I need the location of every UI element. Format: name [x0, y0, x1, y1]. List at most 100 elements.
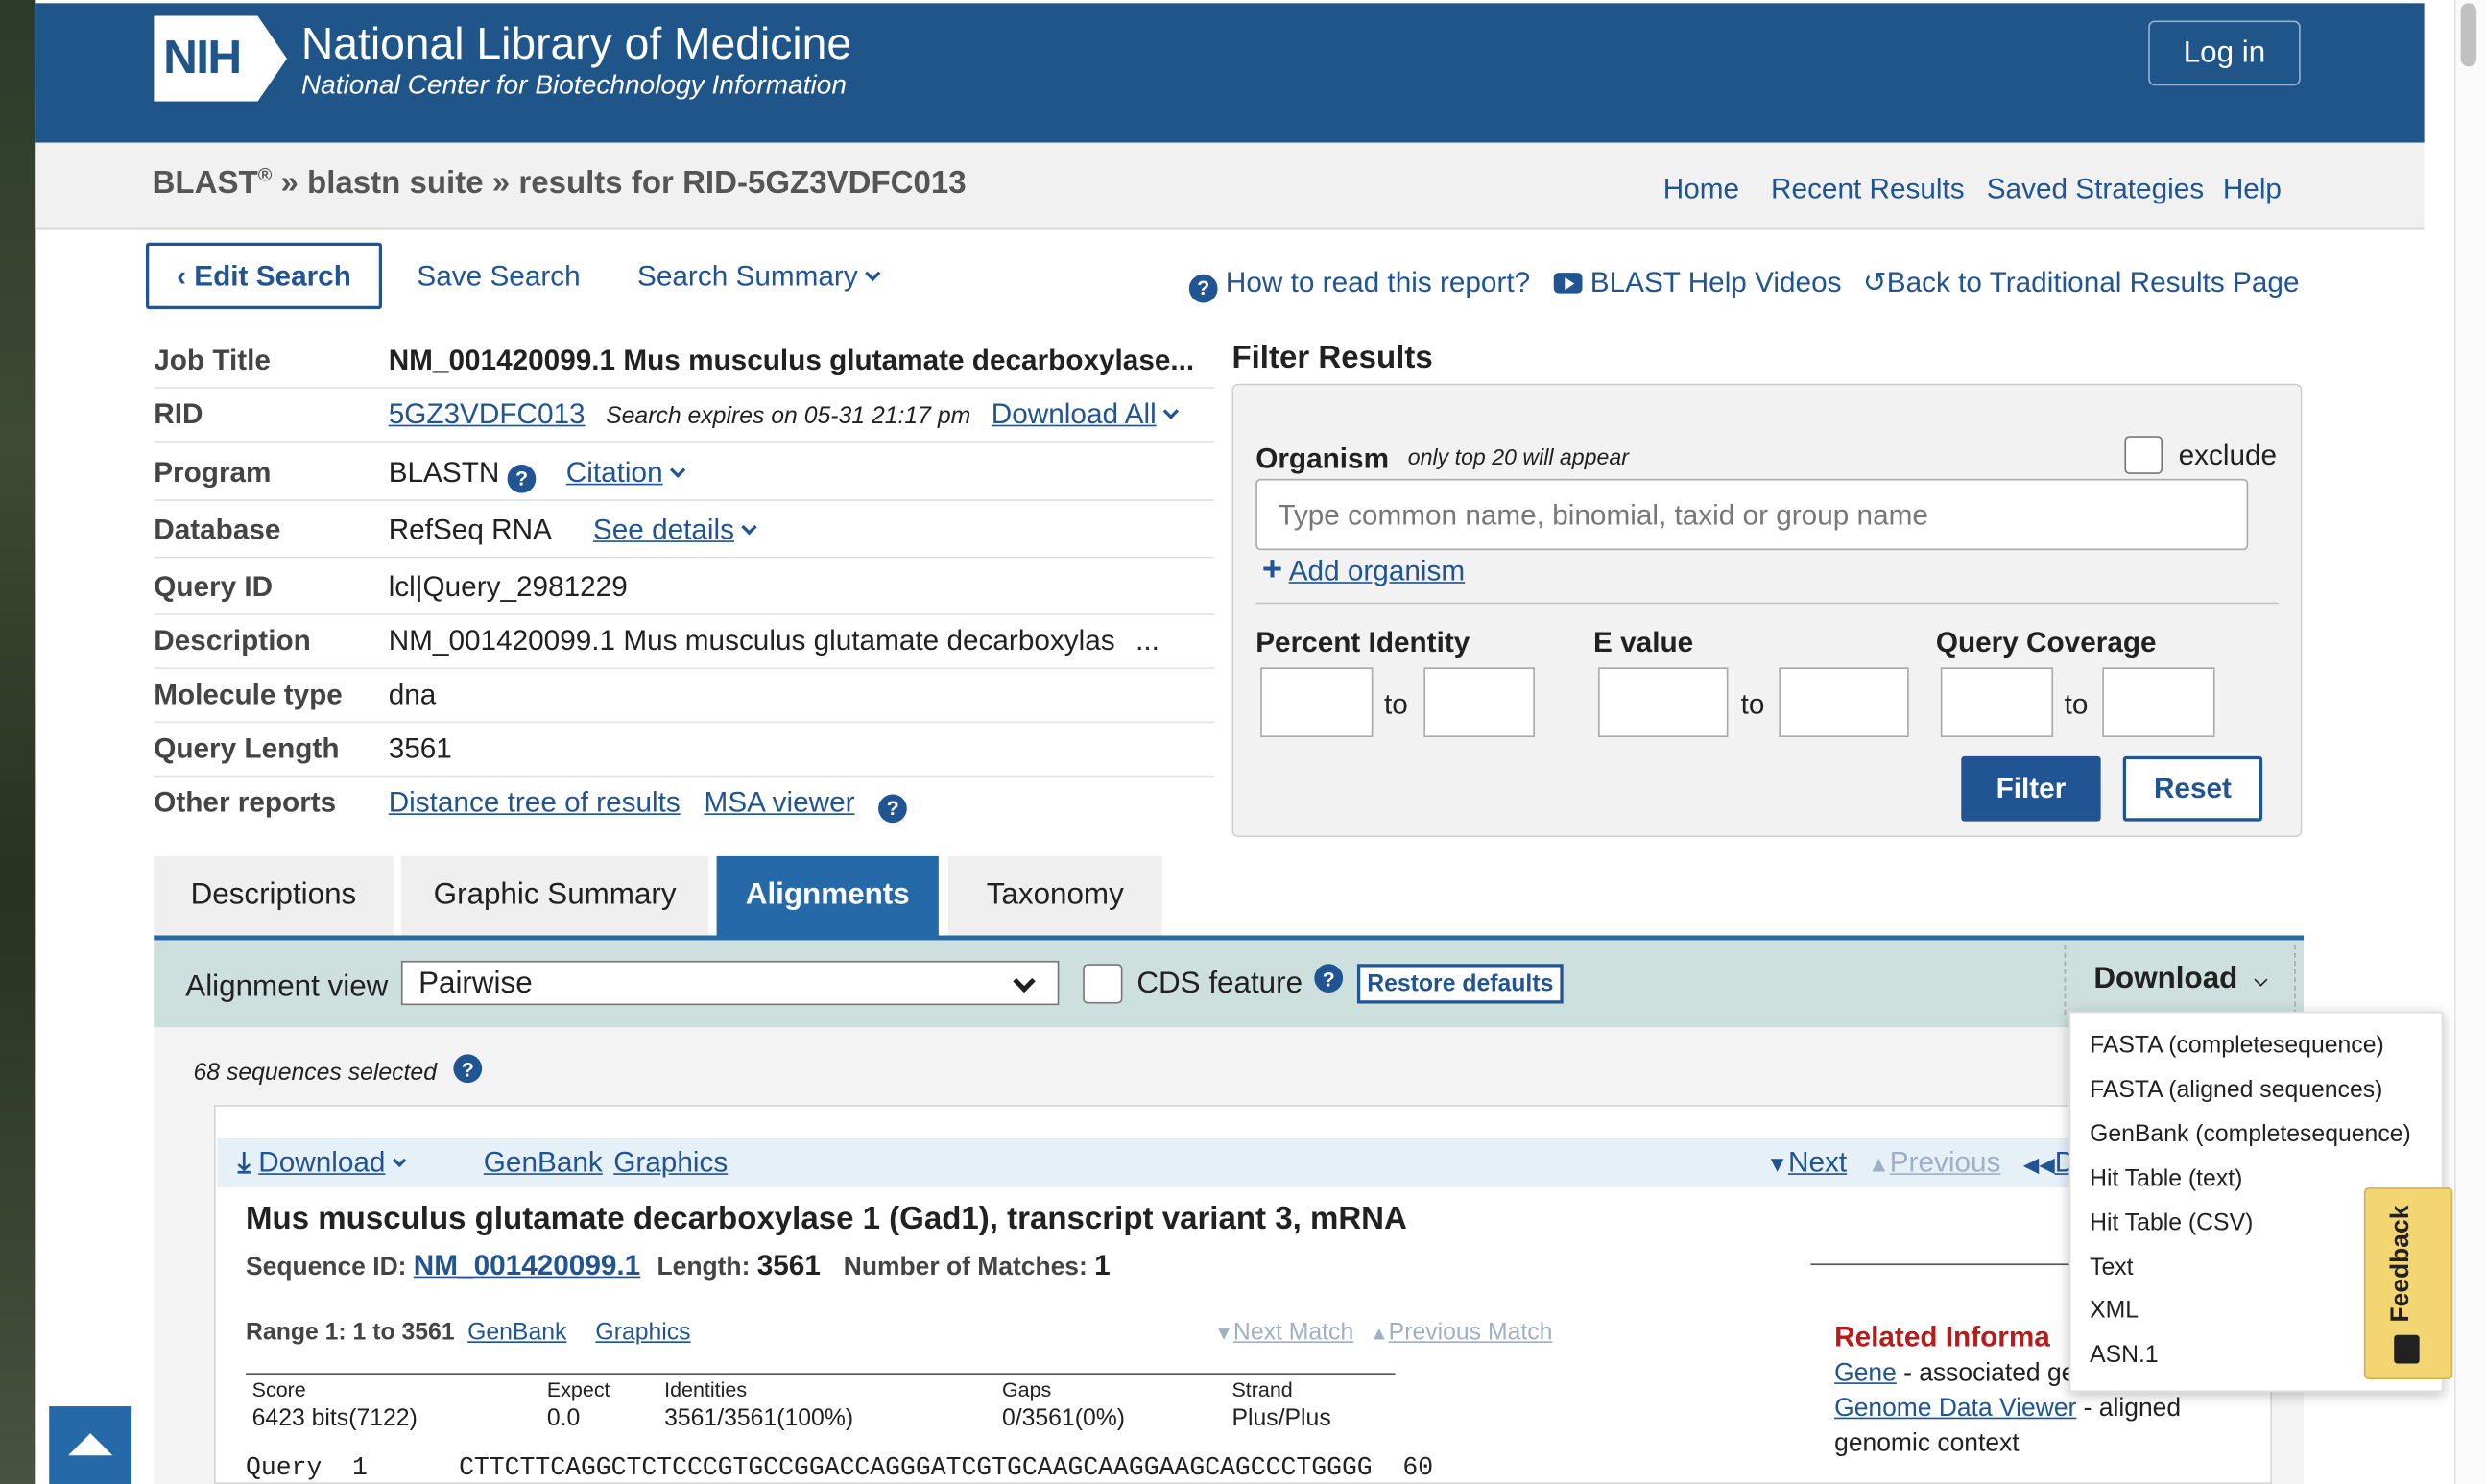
previous-match-label: Previous Match: [1388, 1319, 1553, 1347]
range-graphics-link[interactable]: Graphics: [595, 1319, 690, 1346]
search-summary-dropdown[interactable]: Search Summary: [637, 260, 881, 294]
reset-button[interactable]: Reset: [2122, 755, 2263, 822]
menu-item-xml[interactable]: XML: [2090, 1297, 2139, 1324]
rid-link[interactable]: 5GZ3VDFC013: [389, 398, 586, 430]
back-traditional-link[interactable]: ↺Back to Traditional Results Page: [1863, 266, 2300, 299]
graphics-link[interactable]: Graphics: [613, 1146, 728, 1180]
exclude-checkbox[interactable]: [2124, 436, 2163, 474]
program-value-group: BLASTN ? Citation: [389, 457, 686, 492]
percent-identity-min-input[interactable]: [1260, 667, 1374, 738]
matches-label: Number of Matches:: [843, 1254, 1088, 1281]
query-coverage-min-input[interactable]: [1940, 667, 2054, 738]
how-to-read-link[interactable]: ? How to read this report?: [1188, 266, 1530, 302]
msa-viewer-link[interactable]: MSA viewer: [705, 786, 855, 818]
filter-button[interactable]: Filter: [1961, 755, 2101, 822]
help-circle-icon[interactable]: ?: [453, 1054, 483, 1084]
menu-item-fasta-complete[interactable]: FASTA (completesequence): [2090, 1032, 2384, 1059]
e-value-max-input[interactable]: [1779, 667, 1909, 738]
help-circle-icon[interactable]: ?: [1314, 964, 1344, 993]
next-link[interactable]: ▼Next: [1766, 1146, 1847, 1180]
alignment-view-select[interactable]: Pairwise: [400, 960, 1060, 1006]
description-label: Description: [154, 624, 311, 657]
previous-match-link[interactable]: ▲Previous Match: [1370, 1319, 1552, 1346]
triangle-down-icon: ▼: [1766, 1151, 1788, 1177]
related-divider: [1810, 1263, 2074, 1266]
header-title[interactable]: National Library of Medicine: [301, 19, 851, 70]
organism-input[interactable]: Type common name, binomial, taxid or gro…: [1255, 478, 2249, 551]
range-genbank-link[interactable]: GenBank: [467, 1319, 566, 1346]
feedback-label: Feedback: [2387, 1205, 2415, 1323]
nav-recent-results[interactable]: Recent Results: [1771, 173, 1965, 206]
to-label: to: [1740, 687, 1765, 720]
tab-graphic-summary[interactable]: Graphic Summary: [400, 855, 709, 936]
e-value-min-input[interactable]: [1598, 667, 1729, 738]
tab-taxonomy[interactable]: Taxonomy: [947, 855, 1162, 936]
add-organism-link[interactable]: + Add organism: [1262, 548, 1465, 589]
login-button[interactable]: Log in: [2148, 20, 2301, 86]
other-reports-row: Other reports Distance tree of results M…: [154, 777, 1214, 830]
gene-link[interactable]: Gene: [1834, 1360, 1897, 1387]
chevron-down-icon: [670, 462, 686, 478]
citation-dropdown[interactable]: Citation: [566, 457, 686, 489]
help-circle-icon[interactable]: ?: [507, 464, 537, 492]
menu-item-genbank-complete[interactable]: GenBank (completesequence): [2090, 1121, 2411, 1148]
score-header: Score: [251, 1377, 306, 1402]
menu-item-asn1[interactable]: ASN.1: [2090, 1341, 2159, 1368]
sequences-selected-text: 68 sequences selected: [193, 1059, 437, 1087]
description-expand[interactable]: ...: [1135, 625, 1159, 657]
nav-home[interactable]: Home: [1663, 173, 1739, 206]
download-all-dropdown[interactable]: Download All: [991, 397, 1180, 430]
gdv-desc-line2: genomic context: [1834, 1429, 2020, 1457]
page-scrollbar[interactable]: [2453, 0, 2486, 1484]
back-to-top-button[interactable]: [49, 1406, 132, 1484]
scrollbar-thumb[interactable]: [2460, 3, 2477, 67]
descriptions-link[interactable]: ◀◀D: [2023, 1146, 2076, 1180]
edit-search-button[interactable]: ‹ Edit Search: [145, 242, 383, 310]
query-length-label: Query Length: [154, 732, 340, 765]
blast-results-page: NIH National Library of Medicine Nationa…: [0, 0, 2486, 1484]
menu-item-hit-table-csv[interactable]: Hit Table (CSV): [2090, 1209, 2253, 1236]
previous-link[interactable]: ▲Previous: [1868, 1146, 2001, 1180]
triangle-up-icon: ▲: [1370, 1322, 1389, 1345]
video-icon: [1553, 273, 1583, 294]
registered-mark: ®: [257, 163, 273, 186]
menu-item-hit-table-text[interactable]: Hit Table (text): [2090, 1165, 2242, 1192]
distance-tree-link[interactable]: Distance tree of results: [389, 786, 681, 818]
next-match-link[interactable]: ▼Next Match: [1214, 1319, 1353, 1346]
menu-item-text[interactable]: Text: [2090, 1254, 2133, 1281]
rid-value-group: 5GZ3VDFC013 Search expires on 05-31 21:1…: [389, 397, 1180, 432]
query-coverage-max-input[interactable]: [2102, 667, 2215, 738]
help-videos-link[interactable]: BLAST Help Videos: [1553, 266, 1841, 299]
alignment-download-dropdown[interactable]: ⤓ Download: [238, 1146, 407, 1180]
feedback-tab[interactable]: Feedback: [2363, 1187, 2453, 1379]
sequence-id-link[interactable]: NM_001420099.1: [414, 1250, 640, 1281]
menu-item-fasta-aligned[interactable]: FASTA (aligned sequences): [2090, 1077, 2382, 1104]
nav-help[interactable]: Help: [2223, 173, 2282, 206]
tab-descriptions[interactable]: Descriptions: [154, 855, 394, 936]
query-id-label: Query ID: [154, 570, 274, 603]
genbank-link[interactable]: GenBank: [484, 1146, 603, 1180]
download-dropdown-toggle[interactable]: Download: [2064, 945, 2296, 1016]
cds-feature-checkbox[interactable]: [1083, 964, 1123, 1004]
tab-alignments[interactable]: Alignments: [716, 855, 939, 936]
help-circle-icon[interactable]: ?: [878, 793, 908, 823]
see-details-dropdown[interactable]: See details: [593, 514, 757, 545]
restore-defaults-button[interactable]: Restore defaults: [1356, 964, 1564, 1004]
e-value-label: E value: [1593, 626, 1694, 658]
strand-value: Plus/Plus: [1231, 1404, 1331, 1432]
breadcrumb-blast[interactable]: BLAST: [153, 166, 258, 201]
genome-data-viewer-link[interactable]: Genome Data Viewer: [1834, 1395, 2076, 1422]
chevron-left-icon: ‹: [177, 259, 187, 292]
download-all-label: Download All: [991, 397, 1157, 430]
save-search-link[interactable]: Save Search: [417, 260, 580, 294]
gaps-header: Gaps: [1001, 1377, 1052, 1402]
description-row: Description NM_001420099.1 Mus musculus …: [154, 615, 1215, 670]
nav-saved-strategies[interactable]: Saved Strategies: [1987, 173, 2204, 206]
molecule-value: dna: [388, 678, 437, 710]
percent-identity-label: Percent Identity: [1255, 626, 1470, 658]
percent-identity-max-input[interactable]: [1423, 667, 1535, 738]
query-length-row: Query Length 3561: [154, 723, 1215, 778]
hit-meta: Sequence ID: NM_001420099.1 Length: 3561…: [246, 1250, 1111, 1283]
hit-title: Mus musculus glutamate decarboxylase 1 (…: [246, 1201, 1407, 1237]
triangle-up-icon: ▲: [1867, 1151, 1890, 1177]
